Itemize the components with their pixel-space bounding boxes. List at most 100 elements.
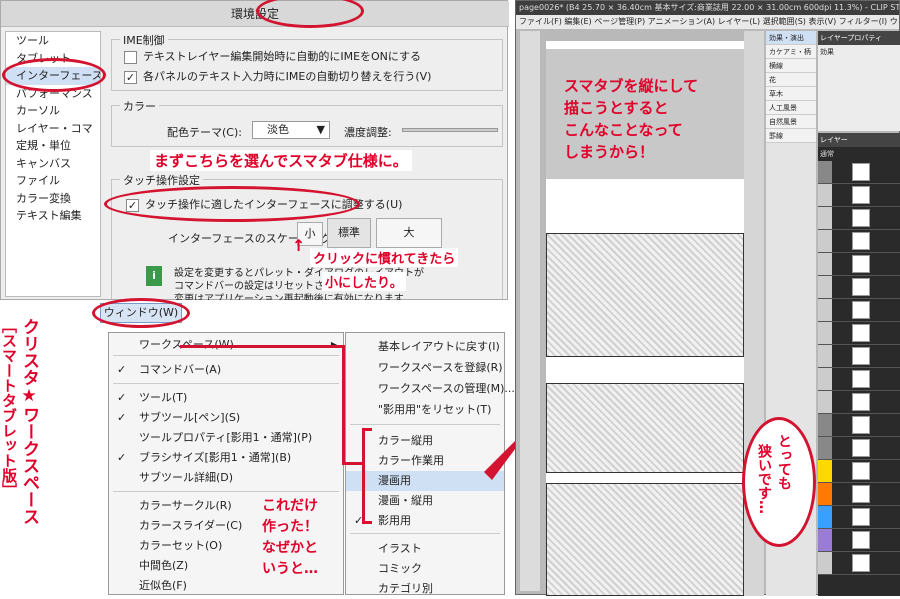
layer-thumbnail bbox=[852, 209, 870, 227]
checkbox-icon[interactable] bbox=[124, 50, 137, 64]
scale-standard-button[interactable]: 標準 bbox=[327, 218, 371, 248]
layer-row[interactable] bbox=[818, 368, 900, 391]
subtool-item[interactable]: 草木 bbox=[766, 87, 816, 101]
layer-thumbnail bbox=[852, 301, 870, 319]
annotation-made-3: なぜかと bbox=[262, 540, 318, 556]
menu-item[interactable]: ツールプロパティ[影用1・通常](P) bbox=[109, 428, 343, 448]
submenu-item[interactable]: 基本レイアウトに戻す(I) bbox=[346, 337, 504, 357]
layer-color-swatch bbox=[818, 460, 832, 482]
layer-row[interactable] bbox=[818, 552, 900, 575]
touch-group-title: タッチ操作設定 bbox=[120, 172, 203, 188]
submenu-item[interactable]: カテゴリ別 bbox=[346, 579, 504, 599]
layer-thumbnail bbox=[852, 554, 870, 572]
layer-row[interactable] bbox=[818, 460, 900, 483]
subtool-item[interactable]: 自然風景 bbox=[766, 115, 816, 129]
check-icon: ✓ bbox=[117, 391, 127, 404]
layer-color-swatch bbox=[818, 414, 832, 436]
layer-panel: レイヤー 通常 bbox=[818, 133, 900, 596]
layer-row[interactable] bbox=[818, 184, 900, 207]
annotation-click-1: クリックに慣れてきたら bbox=[310, 248, 459, 267]
annotation-made-4: いうと… bbox=[262, 561, 318, 577]
menu-item[interactable]: ✓ コマンドバー(A) bbox=[109, 360, 343, 380]
subtool-item[interactable]: 花 bbox=[766, 73, 816, 87]
annotation-right-1: スマタブを縦にして bbox=[564, 77, 699, 95]
info-icon: i bbox=[146, 266, 162, 286]
bracket-line bbox=[180, 345, 342, 348]
layer-row[interactable] bbox=[818, 437, 900, 460]
submenu-item-label: "影用用"をリセット(T) bbox=[378, 403, 492, 416]
layer-row[interactable] bbox=[818, 345, 900, 368]
submenu-item[interactable]: コミック bbox=[346, 559, 504, 579]
submenu-item-label: 基本レイアウトに戻す(I) bbox=[378, 340, 500, 353]
layer-row[interactable] bbox=[818, 161, 900, 184]
layer-row[interactable] bbox=[818, 299, 900, 322]
layer-color-swatch bbox=[818, 299, 832, 321]
blend-mode[interactable]: 通常 bbox=[818, 147, 900, 161]
annotation-made: これだけ 作った！ なぜかと いうと… bbox=[262, 496, 318, 580]
menu-item-label: ツール(T) bbox=[139, 391, 188, 404]
layer-row[interactable] bbox=[818, 391, 900, 414]
layer-thumbnail bbox=[852, 255, 870, 273]
scale-large-button[interactable]: 大 bbox=[376, 218, 442, 248]
category-item[interactable]: 定規・単位 bbox=[6, 137, 100, 155]
layer-row[interactable] bbox=[818, 253, 900, 276]
submenu-item-label: コミック bbox=[378, 562, 422, 575]
app-menu-bar[interactable]: ファイル(F) 編集(E) ページ管理(P) アニメーション(A) レイヤー(L… bbox=[516, 15, 899, 29]
subtool-item[interactable]: 人工風景 bbox=[766, 101, 816, 115]
category-item[interactable]: レイヤー・コマ bbox=[6, 120, 100, 138]
layer-thumbnail bbox=[852, 439, 870, 457]
subtool-item[interactable]: 効果・演出 bbox=[766, 31, 816, 45]
layer-color-swatch bbox=[818, 322, 832, 344]
layer-row[interactable] bbox=[818, 276, 900, 299]
theme-select[interactable]: 淡色 ▼ bbox=[252, 121, 330, 139]
annotation-right: スマタブを縦にして 描こうとすると こんなことなって しまうから！ bbox=[564, 75, 698, 163]
submenu-item-label: 漫画用 bbox=[378, 474, 411, 487]
layer-thumbnail bbox=[852, 232, 870, 250]
vertical-title: クリスタ★ワークスペース bbox=[18, 318, 40, 525]
menu-item-label: カラースライダー(C) bbox=[139, 519, 243, 532]
layer-row[interactable] bbox=[818, 207, 900, 230]
ime-option-1[interactable]: テキストレイヤー編集開始時に自動的にIMEをONにする bbox=[124, 48, 421, 64]
layer-row[interactable] bbox=[818, 414, 900, 437]
bracket-line bbox=[362, 428, 372, 524]
layer-property-tab[interactable]: レイヤープロパティ bbox=[818, 31, 900, 45]
category-item[interactable]: ファイル bbox=[6, 172, 100, 190]
subtool-item[interactable]: カケアミ・柄 bbox=[766, 45, 816, 59]
layer-row[interactable] bbox=[818, 322, 900, 345]
ime-option-2[interactable]: ✓ 各パネルのテキスト入力時にIMEの自動切り替えを行う(V) bbox=[124, 68, 431, 84]
submenu-item[interactable]: イラスト bbox=[346, 539, 504, 559]
menu-item-label: ブラシサイズ[影用1・通常](B) bbox=[139, 451, 292, 464]
annotation-click-2: 小にしたり。 bbox=[322, 272, 406, 291]
layer-row[interactable] bbox=[818, 506, 900, 529]
subtool-item[interactable]: 罫線 bbox=[766, 129, 816, 143]
category-item[interactable]: テキスト編集 bbox=[6, 207, 100, 225]
annotation-right-3: こんなことなって bbox=[564, 121, 683, 139]
category-item[interactable]: カラー変換 bbox=[6, 190, 100, 208]
highlight-ellipse bbox=[104, 186, 360, 222]
bracket-line bbox=[342, 462, 364, 465]
layer-thumbnail bbox=[852, 370, 870, 388]
menu-item[interactable]: サブツール詳細(D) bbox=[109, 468, 343, 488]
menu-item-label: カラーサークル(R) bbox=[139, 499, 232, 512]
menu-item-label: ツールプロパティ[影用1・通常](P) bbox=[139, 431, 313, 444]
layer-color-swatch bbox=[818, 230, 832, 252]
vertical-title-main: クリスタ★ワークスペース bbox=[19, 318, 39, 525]
subtool-item[interactable]: 横線 bbox=[766, 59, 816, 73]
density-slider[interactable] bbox=[402, 128, 498, 132]
layer-row[interactable] bbox=[818, 483, 900, 506]
layer-color-swatch bbox=[818, 253, 832, 275]
color-group: カラー 配色テーマ(C): 淡色 ▼ 濃度調整: bbox=[111, 98, 503, 147]
annotation-choose: まずこちらを選んでスマタブ仕様に。 bbox=[150, 150, 412, 171]
layers-tab[interactable]: レイヤー bbox=[818, 133, 900, 147]
menu-item[interactable]: ✓ ツール(T) bbox=[109, 388, 343, 408]
layer-color-swatch bbox=[818, 184, 832, 206]
layer-row[interactable] bbox=[818, 230, 900, 253]
menu-item[interactable]: ✓ サブツール[ペン](S) bbox=[109, 408, 343, 428]
checkbox-checked-icon[interactable]: ✓ bbox=[124, 70, 137, 84]
layer-row[interactable] bbox=[818, 529, 900, 552]
category-item[interactable]: ツール bbox=[6, 32, 100, 50]
category-item[interactable]: カーソル bbox=[6, 102, 100, 120]
menu-item[interactable]: ✓ ブラシサイズ[影用1・通常](B) bbox=[109, 448, 343, 468]
category-item[interactable]: キャンバス bbox=[6, 155, 100, 173]
annotation-ellipse: とっても 狭いです… bbox=[742, 417, 816, 547]
